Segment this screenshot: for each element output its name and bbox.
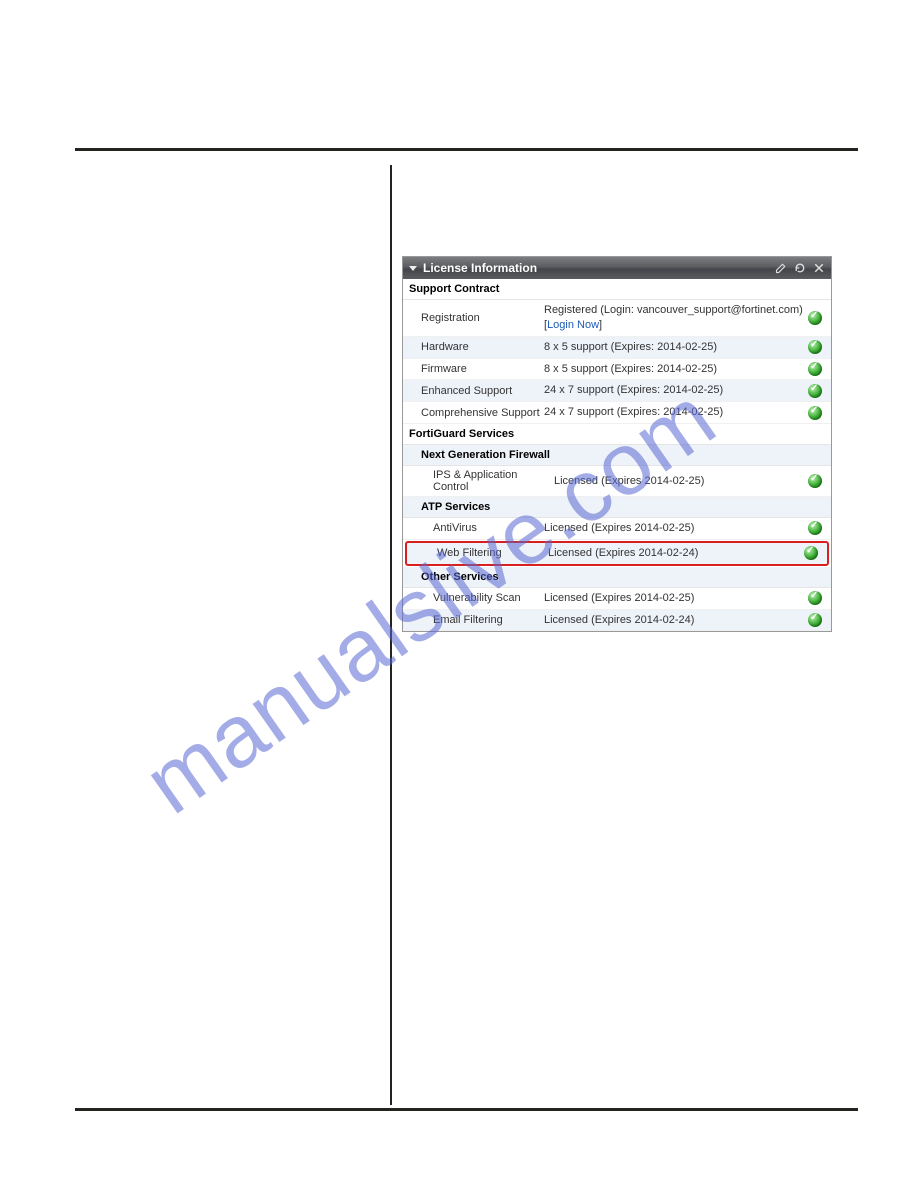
subsection-ngfw: Next Generation Firewall <box>403 445 831 466</box>
value-registration: Registered (Login: vancouver_support@for… <box>544 303 805 333</box>
label-email-filtering: Email Filtering <box>409 614 544 626</box>
value-ips: Licensed (Expires 2014-02-25) <box>554 474 805 489</box>
label-web-filtering: Web Filtering <box>413 547 548 559</box>
page-top-rule <box>75 148 858 151</box>
status-ok-icon <box>808 384 822 398</box>
status-ok-icon <box>808 340 822 354</box>
label-enhanced-support: Enhanced Support <box>409 385 544 397</box>
label-hardware: Hardware <box>409 341 544 353</box>
row-hardware: Hardware 8 x 5 support (Expires: 2014-02… <box>403 337 831 359</box>
status-ok-icon <box>808 613 822 627</box>
row-enhanced-support: Enhanced Support 24 x 7 support (Expires… <box>403 380 831 402</box>
value-comprehensive-support: 24 x 7 support (Expires: 2014-02-25) <box>544 405 805 420</box>
widget-header: License Information <box>403 257 831 279</box>
license-information-widget: License Information Support Contract Reg… <box>402 256 832 632</box>
label-comprehensive-support: Comprehensive Support <box>409 407 544 419</box>
subsection-other: Other Services <box>403 567 831 588</box>
widget-title: License Information <box>423 261 537 275</box>
row-ips-application-control: IPS & Application Control Licensed (Expi… <box>403 466 831 497</box>
label-firmware: Firmware <box>409 363 544 375</box>
label-vuln-scan: Vulnerability Scan <box>409 592 544 604</box>
close-icon[interactable] <box>812 262 825 275</box>
status-ok-icon <box>808 521 822 535</box>
section-fortiguard-services: FortiGuard Services <box>403 424 831 445</box>
value-hardware: 8 x 5 support (Expires: 2014-02-25) <box>544 340 805 355</box>
subsection-atp: ATP Services <box>403 497 831 518</box>
row-email-filtering: Email Filtering Licensed (Expires 2014-0… <box>403 610 831 632</box>
page-bottom-rule <box>75 1108 858 1111</box>
status-ok-icon <box>808 406 822 420</box>
row-comprehensive-support: Comprehensive Support 24 x 7 support (Ex… <box>403 402 831 424</box>
status-ok-icon <box>808 311 822 325</box>
status-ok-icon <box>808 362 822 376</box>
value-web-filtering: Licensed (Expires 2014-02-24) <box>548 546 801 561</box>
row-web-filtering: Web Filtering Licensed (Expires 2014-02-… <box>405 541 829 566</box>
column-separator <box>390 165 392 1105</box>
label-antivirus: AntiVirus <box>409 522 544 534</box>
row-registration: Registration Registered (Login: vancouve… <box>403 300 831 337</box>
row-vulnerability-scan: Vulnerability Scan Licensed (Expires 201… <box>403 588 831 610</box>
row-firmware: Firmware 8 x 5 support (Expires: 2014-02… <box>403 359 831 381</box>
collapse-icon[interactable] <box>409 266 417 271</box>
label-ips: IPS & Application Control <box>409 469 554 493</box>
edit-icon[interactable] <box>774 262 787 275</box>
value-email-filtering: Licensed (Expires 2014-02-24) <box>544 613 805 628</box>
status-ok-icon <box>808 591 822 605</box>
value-enhanced-support: 24 x 7 support (Expires: 2014-02-25) <box>544 383 805 398</box>
status-ok-icon <box>808 474 822 488</box>
value-antivirus: Licensed (Expires 2014-02-25) <box>544 521 805 536</box>
value-vuln-scan: Licensed (Expires 2014-02-25) <box>544 591 805 606</box>
section-support-contract: Support Contract <box>403 279 831 300</box>
status-ok-icon <box>804 546 818 560</box>
row-antivirus: AntiVirus Licensed (Expires 2014-02-25) <box>403 518 831 540</box>
refresh-icon[interactable] <box>793 262 806 275</box>
login-now-link[interactable]: Login Now <box>547 319 599 331</box>
label-registration: Registration <box>409 312 544 324</box>
value-firmware: 8 x 5 support (Expires: 2014-02-25) <box>544 362 805 377</box>
